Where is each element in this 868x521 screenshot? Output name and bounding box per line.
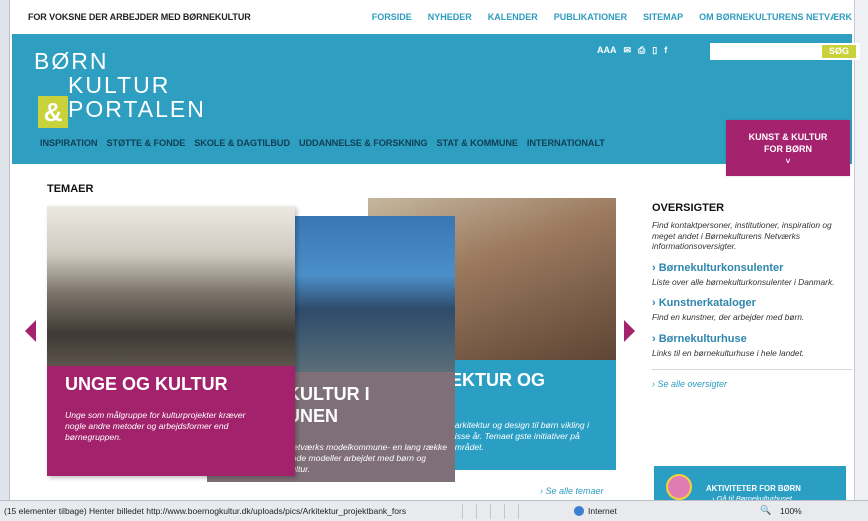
- site-logo[interactable]: BØRN KULTUR & PORTALEN: [34, 48, 234, 138]
- facebook-icon[interactable]: f: [664, 45, 667, 56]
- comment-icon[interactable]: ▯: [652, 45, 657, 56]
- topnav-om-netvaerk[interactable]: OM BØRNEKULTURENS NETVÆRK: [699, 12, 852, 22]
- sidebar-item-desc: Links til en børnekulturhuse i hele land…: [652, 347, 805, 358]
- search-box: SØG: [710, 43, 860, 60]
- themes-heading: TEMAER: [47, 183, 94, 195]
- theme-card-text: Netværks modelkommune- en lang række god…: [287, 442, 447, 474]
- sidebar-link-konsulenter[interactable]: › Børnekulturkonsulenter: [652, 262, 852, 274]
- mainnav-inspiration[interactable]: INSPIRATION: [40, 138, 98, 148]
- kunst-button-line2: FOR BØRN: [764, 144, 812, 154]
- status-divider: [476, 504, 477, 519]
- kunst-kultur-button[interactable]: KUNST & KULTUR FOR BØRN ˅: [726, 120, 850, 176]
- sidebar-item-desc: Liste over alle børnekulturkonsulenter i…: [652, 276, 835, 287]
- sidebar-link-kunstnerkataloger[interactable]: › Kunstnerkataloger: [652, 297, 852, 309]
- carousel-prev-arrow-icon[interactable]: [25, 320, 36, 342]
- activities-title: AKTIVITETER FOR BØRN: [706, 484, 801, 493]
- theme-card-text: Unge som målgruppe for kulturprojekter k…: [65, 410, 246, 442]
- sidebar-item-kunstnerkataloger: › Kunstnerkataloger Find en kunstner, de…: [652, 297, 852, 323]
- top-navigation: FORSIDE NYHEDER KALENDER PUBLIKATIONER S…: [372, 12, 852, 22]
- see-all-overviews-link[interactable]: › Se alle oversigter: [652, 368, 852, 389]
- header-tools: AAA ✉ ⎙ ▯ f: [597, 45, 667, 56]
- mail-icon[interactable]: ✉: [624, 45, 632, 56]
- status-divider: [462, 504, 463, 519]
- status-message: (15 elementer tilbage) Henter billedet h…: [4, 506, 407, 516]
- logo-line-born: BØRN: [34, 48, 109, 74]
- see-all-themes-link[interactable]: › Se alle temaer: [540, 486, 604, 496]
- status-divider: [490, 504, 491, 519]
- kunst-button-line1: KUNST & KULTUR: [748, 132, 828, 142]
- mainnav-uddannelse-forskning[interactable]: UDDANNELSE & FORSKNING: [299, 138, 428, 148]
- search-button[interactable]: SØG: [822, 45, 856, 58]
- main-navigation: INSPIRATION STØTTE & FONDE SKOLE & DAGTI…: [40, 138, 605, 148]
- theme-card-text: f arkitektur og design til børn vikling …: [450, 420, 589, 452]
- search-input[interactable]: [710, 43, 820, 60]
- chevron-down-icon: ˅: [785, 157, 791, 166]
- mainnav-internationalt[interactable]: INTERNATIONALT: [527, 138, 605, 148]
- topnav-forside[interactable]: FORSIDE: [372, 12, 412, 22]
- text-size-icon[interactable]: AAA: [597, 45, 617, 56]
- sidebar-link-kulturhuse[interactable]: › Børnekulturhuse: [652, 333, 852, 345]
- theme-photo-youth: [47, 206, 295, 366]
- browser-status-bar: (15 elementer tilbage) Henter billedet h…: [0, 500, 868, 521]
- zoom-icon[interactable]: 🔍: [760, 505, 771, 516]
- window-left-edge: [0, 0, 10, 500]
- sidebar-item-desc: Find en kunstner, der arbejder med børn.: [652, 312, 805, 323]
- top-utility-bar: FOR VOKSNE DER ARBEJDER MED BØRNEKULTUR …: [12, 8, 852, 28]
- carousel-next-arrow-icon[interactable]: [624, 320, 635, 342]
- theme-card-title: UNGE OG KULTUR: [65, 374, 228, 394]
- status-divider: [518, 504, 519, 519]
- mascot-icon: [666, 474, 692, 500]
- mainnav-stat-kommune[interactable]: STAT & KOMMUNE: [436, 138, 518, 148]
- security-zone-label: Internet: [588, 506, 617, 516]
- mainnav-stotte-fonde[interactable]: STØTTE & FONDE: [106, 138, 185, 148]
- topnav-nyheder[interactable]: NYHEDER: [428, 12, 472, 22]
- theme-card-title: KULTUR I: [287, 384, 370, 404]
- sidebar-item-konsulenter: › Børnekulturkonsulenter Liste over alle…: [652, 262, 852, 288]
- topnav-publikationer[interactable]: PUBLIKATIONER: [554, 12, 627, 22]
- topnav-sitemap[interactable]: SITEMAP: [643, 12, 683, 22]
- sidebar-item-kulturhuse: › Børnekulturhuse Links til en børnekult…: [652, 333, 852, 359]
- theme-card-unge-og-kultur[interactable]: UNGE OG KULTUR Unge som målgruppe for ku…: [47, 206, 295, 476]
- zoom-level[interactable]: 100%: [780, 506, 802, 516]
- topnav-kalender[interactable]: KALENDER: [488, 12, 538, 22]
- browser-page: FOR VOKSNE DER ARBEJDER MED BØRNEKULTUR …: [0, 0, 868, 521]
- sidebar-intro: Find kontaktpersoner, institutioner, ins…: [652, 220, 832, 252]
- site-tagline: FOR VOKSNE DER ARBEJDER MED BØRNEKULTUR: [28, 12, 251, 22]
- logo-line-portalen: PORTALEN: [68, 96, 206, 122]
- mainnav-skole-dagtilbud[interactable]: SKOLE & DAGTILBUD: [194, 138, 290, 148]
- overview-sidebar: OVERSIGTER Find kontaktpersoner, institu…: [652, 202, 852, 389]
- logo-line-kultur: KULTUR: [68, 72, 171, 98]
- sidebar-heading: OVERSIGTER: [652, 202, 725, 214]
- vertical-scrollbar[interactable]: [854, 0, 868, 500]
- site-header: BØRN KULTUR & PORTALEN AAA ✉ ⎙ ▯ f SØG I…: [12, 34, 860, 176]
- internet-zone-icon: [574, 506, 584, 516]
- print-icon[interactable]: ⎙: [638, 45, 645, 56]
- logo-ampersand: &: [38, 96, 68, 128]
- theme-card-title: EKTUR OG: [450, 370, 546, 390]
- status-divider: [504, 504, 505, 519]
